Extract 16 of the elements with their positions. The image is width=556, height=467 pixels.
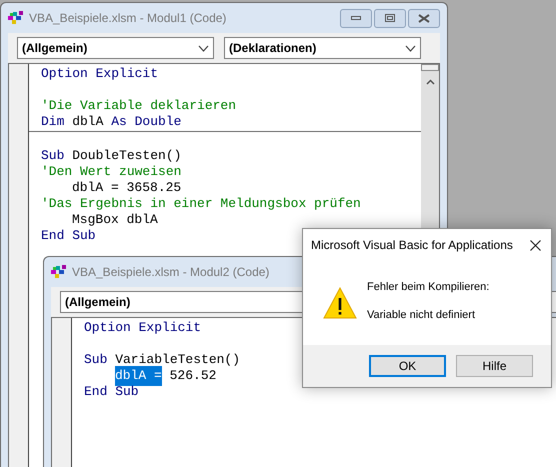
code-line: Option Explicit — [40, 66, 158, 82]
code-line: End Sub — [40, 228, 96, 244]
code-line: Sub VariableTesten() — [83, 352, 240, 368]
code-line: Sub DoubleTesten() — [40, 148, 182, 164]
code-line: Dim dblA As Double — [40, 114, 182, 130]
code-line: End Sub — [83, 384, 139, 400]
code-line: 'Den Wert zuweisen — [40, 164, 182, 180]
window-title: VBA_Beispiele.xlsm - Modul2 (Code) — [72, 264, 270, 281]
code-line: MsgBox dblA — [71, 212, 158, 228]
window-title: VBA_Beispiele.xlsm - Modul1 (Code) — [29, 10, 226, 27]
code-line: dblA = 3658.25 — [71, 180, 182, 196]
code-line: Option Explicit — [83, 320, 202, 336]
code-line: 'Die Variable deklarieren — [40, 98, 236, 114]
code-line: dblA = 526.52 — [72, 368, 216, 384]
code-line: 'Das Ergebnis in einer Meldungsbox prüfen — [40, 196, 361, 212]
dialog-title: Microsoft Visual Basic for Applications — [311, 237, 513, 254]
